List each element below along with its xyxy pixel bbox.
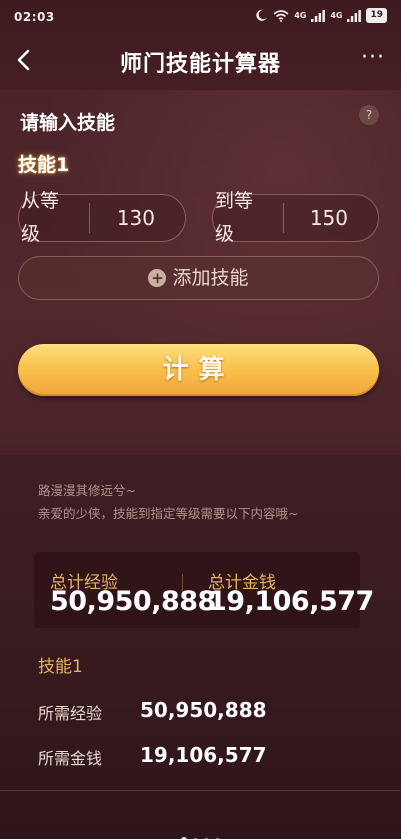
field-divider — [283, 203, 284, 233]
page-title: 师门技能计算器 — [119, 52, 281, 77]
required-exp-label: 所需经验 — [38, 704, 103, 723]
required-exp-value: 50,950,888 — [140, 698, 267, 722]
signal-bars-icon-2 — [347, 9, 362, 22]
from-level-label: 从等级 — [21, 190, 60, 245]
calculate-button[interactable]: 计算 — [18, 344, 379, 396]
status-time: 02:03 — [14, 10, 55, 24]
required-money-label: 所需金钱 — [38, 749, 103, 768]
page-indicator — [0, 828, 401, 839]
plus-icon: + — [148, 269, 167, 287]
signal-bars-icon — [311, 9, 326, 22]
signal-4g-label: 4G — [294, 11, 307, 20]
nav-bar: 师门技能计算器 ··· — [0, 38, 401, 82]
status-bar: 02:03 4G 4G 19 — [0, 0, 401, 34]
from-level-field[interactable]: 从等级 130 — [18, 190, 186, 245]
wifi-icon — [273, 9, 289, 22]
to-level-field[interactable]: 到等级 150 — [212, 190, 379, 245]
section-title: 请输入技能 — [20, 112, 116, 134]
from-level-input[interactable]: 130 — [117, 206, 155, 230]
divider — [0, 790, 401, 791]
field-divider — [89, 203, 90, 233]
total-exp-value: 50,950,888 — [50, 586, 216, 617]
tagline-line-1: 路漫漫其修远兮~ — [38, 483, 136, 498]
add-skill-label: 添加技能 — [172, 267, 249, 289]
skill-result-title: 技能1 — [38, 657, 83, 677]
help-icon[interactable]: ? — [359, 105, 379, 125]
tagline-line-2: 亲爱的少侠，技能到指定等级需要以下内容哦~ — [38, 506, 299, 521]
skill-label: 技能1 — [18, 154, 70, 176]
signal-4g-label-2: 4G — [330, 11, 343, 20]
required-money-value: 19,106,577 — [140, 743, 267, 767]
to-level-label: 到等级 — [215, 190, 254, 245]
total-money-value: 19,106,577 — [208, 586, 374, 617]
more-options-button[interactable]: ··· — [361, 47, 385, 69]
to-level-input[interactable]: 150 — [310, 206, 348, 230]
battery-icon: 19 — [366, 8, 387, 23]
moon-icon — [256, 9, 268, 21]
status-icons: 4G 4G 19 — [255, 8, 387, 23]
calculate-label: 计算 — [162, 355, 235, 385]
add-skill-button[interactable]: + 添加技能 — [18, 256, 379, 300]
